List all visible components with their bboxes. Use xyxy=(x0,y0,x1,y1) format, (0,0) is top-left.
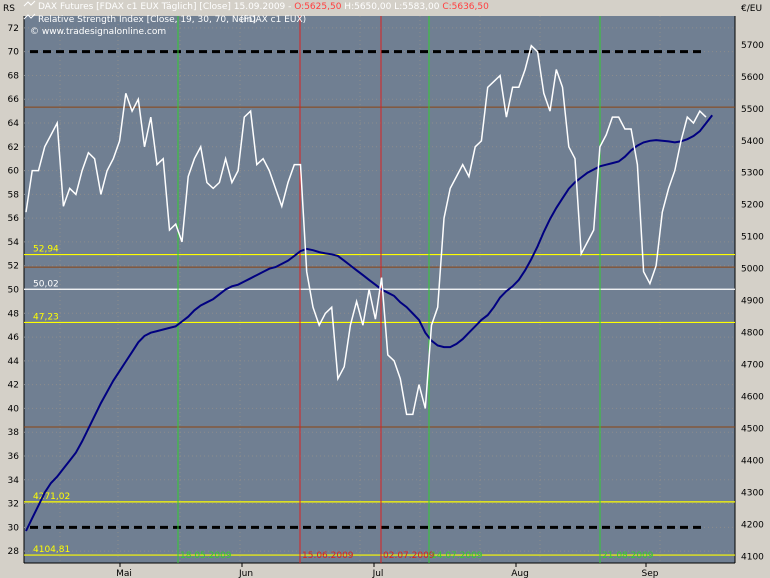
level-label: 4104,81 xyxy=(33,545,70,555)
legend-span: DAX Futures [FDAX c1 EUX Täglich] [Close… xyxy=(38,2,234,12)
left-tick-label: 68 xyxy=(8,71,20,81)
level-label: 52,94 xyxy=(33,245,59,255)
right-tick-label: 4100 xyxy=(741,553,764,563)
left-tick-label: 54 xyxy=(8,238,20,248)
left-tick-label: 70 xyxy=(8,48,20,58)
right-tick-label: 5100 xyxy=(741,233,764,243)
right-tick-label: 5400 xyxy=(741,137,764,147)
right-tick-label: 4600 xyxy=(741,393,764,403)
left-tick-label: 64 xyxy=(8,119,20,129)
left-tick-label: 58 xyxy=(8,190,20,200)
right-tick-label: 4400 xyxy=(741,457,764,467)
x-tick-label: Jun xyxy=(238,569,253,578)
level-label: 4271,02 xyxy=(33,492,70,502)
legend-source: © www.tradesignalonline.com xyxy=(30,27,166,37)
left-tick-label: 30 xyxy=(8,523,20,533)
legend-line-2: Relative Strength Index [Close, 19, 30, … xyxy=(38,15,256,25)
x-tick-label: Aug xyxy=(511,569,529,578)
left-tick-label: 66 xyxy=(8,95,20,105)
left-tick-label: 40 xyxy=(8,404,20,414)
right-tick-label: 5000 xyxy=(741,265,764,275)
x-tick-label: Jul xyxy=(372,569,384,578)
left-tick-label: 56 xyxy=(8,214,20,224)
x-tick-label: Sep xyxy=(642,569,659,578)
right-tick-label: 4500 xyxy=(741,425,764,435)
right-tick-label: 4700 xyxy=(741,361,764,371)
left-tick-label: 48 xyxy=(8,309,20,319)
level-label: 50,02 xyxy=(33,279,59,289)
left-tick-label: 32 xyxy=(8,500,19,510)
left-tick-label: 44 xyxy=(8,357,20,367)
rsi-price-chart: 28 30 32 34 36 38 40 42 44 46 48 50 52 54 56 58 60 62 64 66… xyxy=(3,0,764,578)
vertical-marker-label: 18.05.2009 xyxy=(180,551,232,561)
left-tick-label: 28 xyxy=(8,547,20,557)
right-axis-unit: €/EU xyxy=(741,4,762,14)
left-tick-label: 52 xyxy=(8,262,19,272)
left-tick-label: 46 xyxy=(8,333,20,343)
left-tick-label: 50 xyxy=(8,286,20,296)
left-tick-label: 62 xyxy=(8,143,19,153)
right-tick-label: 5700 xyxy=(741,41,764,51)
legend-span: H:5650,00 L:5583,00 xyxy=(341,2,442,12)
legend-span: C:5636,50 xyxy=(442,2,489,12)
legend-line-icon xyxy=(23,0,36,7)
chart-window: 28 30 32 34 36 38 40 42 44 46 48 50 52 54 56 58 60 62 64 66… xyxy=(0,0,770,578)
left-tick-label: 34 xyxy=(8,476,20,486)
left-tick-label: 36 xyxy=(8,452,20,462)
vertical-marker-label: 15.06.2009 xyxy=(302,551,354,561)
legend-line-1: DAX Futures [FDAX c1 EUX Täglich] [Close… xyxy=(38,2,489,12)
x-tick-label: Mai xyxy=(116,569,132,578)
vertical-marker-label: 02.07.2009 xyxy=(383,551,435,561)
right-tick-label: 5300 xyxy=(741,169,764,179)
right-tick-label: 5200 xyxy=(741,201,764,211)
right-tick-label: 4900 xyxy=(741,297,764,307)
right-tick-label: 5500 xyxy=(741,105,764,115)
legend-span: O:5625,50 xyxy=(294,2,341,12)
left-tick-label: 42 xyxy=(8,381,19,391)
left-tick-label: 60 xyxy=(8,167,20,177)
legend-span: 15.09.2009 - xyxy=(234,2,295,12)
level-label: 47,23 xyxy=(33,312,59,322)
vertical-marker-label: 21.08.2009 xyxy=(602,551,654,561)
right-tick-label: 4200 xyxy=(741,521,764,531)
left-axis-unit: RS xyxy=(3,4,15,14)
right-tick-label: 4300 xyxy=(741,489,764,499)
right-tick-label: 4800 xyxy=(741,329,764,339)
vertical-marker-label: 14.07.2009 xyxy=(431,551,483,561)
left-tick-label: 38 xyxy=(8,428,20,438)
right-tick-label: 5600 xyxy=(741,73,764,83)
left-tick-label: 72 xyxy=(8,24,19,34)
legend-line-2-tail: (FDAX c1 EUX) xyxy=(240,15,306,25)
